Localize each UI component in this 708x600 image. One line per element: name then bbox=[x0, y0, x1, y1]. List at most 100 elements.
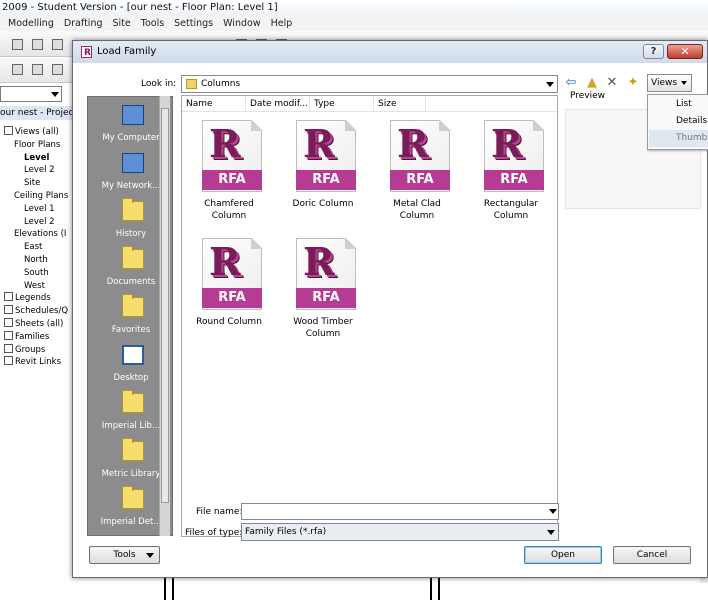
project-browser-item[interactable]: Groups bbox=[4, 343, 46, 356]
revit-r-logo: R bbox=[303, 121, 335, 166]
toolbar-icon[interactable] bbox=[52, 64, 63, 75]
project-browser-item[interactable]: Level 1 bbox=[24, 203, 55, 215]
file-item[interactable]: R RFA Round Column bbox=[184, 237, 274, 350]
revit-r-logo: R bbox=[209, 239, 241, 284]
places-scrollbar[interactable] bbox=[159, 96, 170, 536]
menu-settings[interactable]: Settings bbox=[174, 16, 213, 31]
type-selector-dropdown[interactable] bbox=[0, 86, 62, 102]
dialog-title-bar[interactable]: R Load Family ? ✕ bbox=[73, 41, 707, 63]
tree-node-icon bbox=[4, 305, 13, 315]
toolbar-icon[interactable] bbox=[12, 64, 23, 75]
folder-icon bbox=[122, 486, 144, 509]
menu-window[interactable]: Window bbox=[223, 16, 260, 31]
project-browser-item[interactable]: Schedules/Q bbox=[4, 305, 68, 317]
folder-icon bbox=[122, 438, 144, 461]
project-browser-item-label: Views (all) bbox=[15, 127, 59, 137]
project-browser-item-label: North bbox=[24, 255, 48, 265]
project-browser-item[interactable]: Revit Links bbox=[4, 356, 61, 368]
cancel-button[interactable]: Cancel bbox=[613, 546, 691, 564]
column-header-size[interactable]: Size bbox=[374, 96, 426, 112]
folder-icon bbox=[122, 390, 144, 413]
eyedropper-icon[interactable] bbox=[32, 64, 43, 75]
project-browser-item-label: West bbox=[24, 280, 45, 291]
file-item[interactable]: R RFA Wood Timber Column bbox=[278, 237, 368, 350]
look-in-label: Look in: bbox=[141, 79, 177, 89]
menu-modelling[interactable]: Modelling bbox=[8, 16, 54, 31]
app-menu-bar: Modelling Drafting Site Tools Settings W… bbox=[0, 16, 708, 31]
file-item[interactable]: R RFA Rectangular Column bbox=[466, 119, 556, 232]
project-browser-item-label: Sheets (all) bbox=[15, 319, 64, 329]
file-item[interactable]: R RFA Chamfered Column bbox=[184, 119, 274, 232]
project-browser-item[interactable]: South bbox=[24, 267, 49, 279]
file-name-line: Wood Timber bbox=[293, 317, 353, 327]
project-browser-item-label: Families bbox=[15, 331, 50, 342]
project-browser-item[interactable]: Legends bbox=[4, 292, 51, 304]
project-browser-item[interactable]: Level 2 bbox=[24, 216, 55, 228]
views-menu-item-list[interactable]: List bbox=[649, 96, 708, 113]
file-name-input[interactable] bbox=[241, 503, 559, 520]
project-browser-item[interactable]: Views (all) bbox=[4, 126, 59, 138]
project-browser-item[interactable]: Site bbox=[24, 177, 40, 189]
menu-site[interactable]: Site bbox=[113, 16, 131, 31]
project-browser-item[interactable]: Elevations (I bbox=[14, 228, 66, 240]
project-browser-item[interactable]: Level bbox=[24, 152, 49, 164]
project-browser-item-label: Groups bbox=[15, 344, 46, 355]
files-of-type-select[interactable]: Family Files (*.rfa) bbox=[241, 523, 559, 541]
rfa-badge: RFA bbox=[202, 288, 262, 308]
up-folder-icon[interactable]: ▲ bbox=[584, 75, 600, 91]
views-menu-item-details[interactable]: Details bbox=[649, 113, 708, 130]
file-name-line: Column bbox=[493, 211, 529, 221]
look-in-select[interactable]: Columns bbox=[181, 75, 558, 93]
chevron-down-icon bbox=[51, 92, 59, 97]
file-list[interactable]: Name Date modif... Type Size R RFA Chamfer… bbox=[181, 95, 558, 537]
places-scroll-thumb[interactable] bbox=[161, 108, 169, 503]
drawing-wall-line bbox=[164, 575, 166, 600]
column-header-date[interactable]: Date modif... bbox=[246, 96, 310, 112]
file-name: Metal Clad Column bbox=[372, 198, 462, 222]
project-browser: our nest - Project br Views (all) Floor P… bbox=[0, 106, 72, 406]
rfa-file-icon: R RFA bbox=[296, 119, 357, 192]
help-button[interactable]: ? bbox=[643, 44, 664, 59]
new-folder-icon[interactable]: ✦ bbox=[625, 75, 641, 91]
project-browser-item-label: East bbox=[24, 242, 43, 253]
project-browser-item[interactable]: East bbox=[24, 241, 42, 253]
chevron-down-icon[interactable] bbox=[549, 509, 557, 514]
file-name-line: Column bbox=[305, 329, 341, 339]
tools-button[interactable]: Tools bbox=[89, 546, 160, 564]
rfa-page-fold bbox=[345, 237, 357, 249]
column-header-name[interactable]: Name bbox=[182, 96, 246, 112]
menu-drafting[interactable]: Drafting bbox=[64, 16, 103, 31]
views-menu-item-thumbnails[interactable]: Thumbnails bbox=[649, 130, 708, 147]
menu-tools[interactable]: Tools bbox=[141, 16, 164, 31]
file-item[interactable]: R RFA Doric Column bbox=[278, 119, 368, 232]
open-button[interactable]: Open bbox=[524, 546, 602, 564]
project-browser-item[interactable]: Ceiling Plans bbox=[14, 190, 68, 202]
views-button[interactable]: Views bbox=[647, 74, 692, 92]
back-arrow-icon[interactable]: ⇦ bbox=[563, 75, 579, 91]
project-browser-item[interactable]: West bbox=[24, 280, 45, 292]
computer-icon bbox=[122, 105, 144, 125]
delete-icon[interactable]: ✕ bbox=[604, 75, 620, 91]
paste-icon[interactable] bbox=[52, 39, 63, 50]
copy-icon[interactable] bbox=[32, 39, 43, 50]
project-browser-item[interactable]: Floor Plans bbox=[14, 139, 60, 151]
documents-folder-icon bbox=[122, 246, 144, 269]
project-browser-item[interactable]: Level 2 bbox=[24, 164, 55, 176]
close-button[interactable]: ✕ bbox=[667, 44, 703, 59]
revit-r-logo: R bbox=[491, 121, 523, 166]
project-browser-item-label: Level 1 bbox=[24, 203, 55, 214]
file-item[interactable]: R RFA Metal Clad Column bbox=[372, 119, 462, 232]
revit-r-logo: R bbox=[397, 121, 429, 166]
project-browser-item[interactable]: North bbox=[24, 254, 48, 266]
rfa-page-fold bbox=[251, 119, 263, 131]
project-browser-item[interactable]: Families bbox=[4, 330, 50, 343]
drawing-canvas[interactable] bbox=[72, 575, 708, 600]
rfa-file-icon: R RFA bbox=[202, 237, 263, 310]
tree-node-icon bbox=[4, 292, 13, 302]
column-header-type[interactable]: Type bbox=[310, 96, 374, 112]
cut-icon[interactable] bbox=[12, 39, 23, 50]
menu-help[interactable]: Help bbox=[271, 16, 293, 31]
project-browser-item-label: Floor Plans bbox=[14, 139, 61, 150]
project-browser-item[interactable]: Sheets (all) bbox=[4, 318, 63, 330]
drawing-wall-line bbox=[172, 575, 174, 600]
